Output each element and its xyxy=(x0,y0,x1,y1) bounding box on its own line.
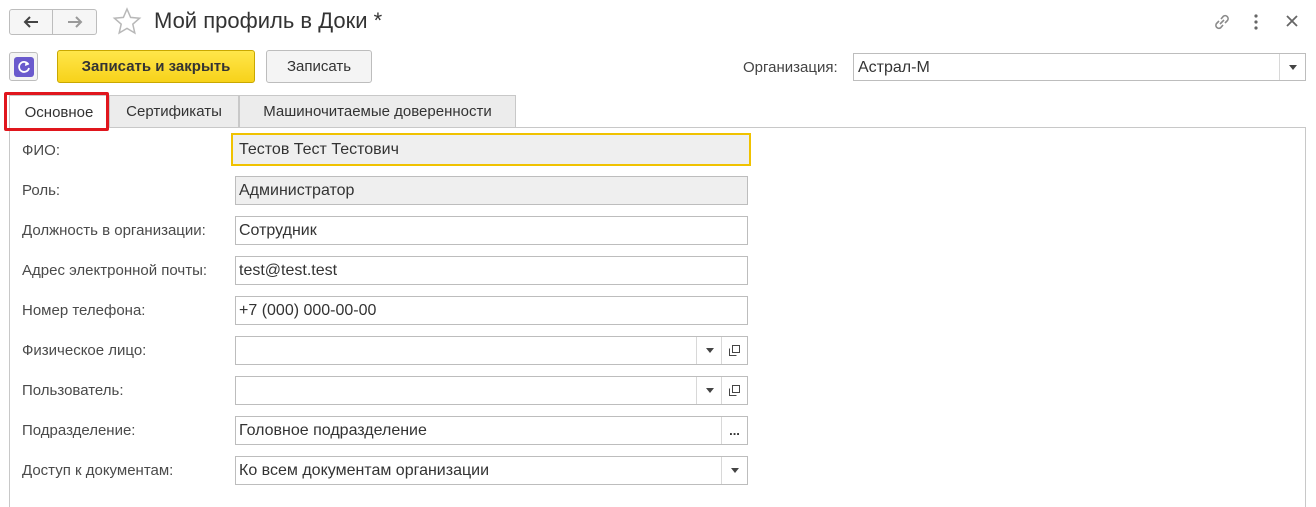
user-field[interactable] xyxy=(235,376,748,405)
person-dropdown-button[interactable] xyxy=(696,337,722,364)
fio-field[interactable]: Тестов Тест Тестович xyxy=(231,133,751,166)
user-open-button[interactable] xyxy=(721,377,747,404)
open-window-icon xyxy=(729,385,740,396)
department-select-button[interactable]: ... xyxy=(721,417,747,444)
arrow-left-icon xyxy=(23,16,38,28)
organization-value: Астрал-М xyxy=(858,59,930,76)
save-button[interactable]: Записать xyxy=(266,50,372,83)
email-value: test@test.test xyxy=(239,262,338,279)
position-label: Должность в организации: xyxy=(22,222,206,239)
refresh-icon xyxy=(13,56,34,77)
open-window-icon xyxy=(729,345,740,356)
user-label: Пользователь: xyxy=(22,382,124,399)
highlight-box xyxy=(4,92,109,131)
link-icon xyxy=(1215,14,1229,30)
access-select[interactable]: Ко всем документам организации xyxy=(235,456,748,485)
save-and-close-button[interactable]: Записать и закрыть xyxy=(57,50,255,83)
access-value: Ко всем документам организации xyxy=(239,462,490,479)
more-button[interactable] xyxy=(1252,12,1260,37)
organization-dropdown-button[interactable] xyxy=(1279,54,1305,80)
phone-value: +7 (000) 000-00-00 xyxy=(239,302,377,319)
email-label: Адрес электронной почты: xyxy=(22,262,208,279)
tab-certificates[interactable]: Сертификаты xyxy=(109,95,239,127)
window-title: Мой профиль в Доки * xyxy=(154,8,383,33)
access-label: Доступ к документам: xyxy=(22,462,174,479)
position-field[interactable]: Сотрудник xyxy=(235,216,748,245)
close-button[interactable] xyxy=(1285,14,1299,33)
phone-label: Номер телефона: xyxy=(22,302,146,319)
role-value: Администратор xyxy=(239,182,355,199)
access-dropdown-button[interactable] xyxy=(721,457,747,484)
chevron-down-icon xyxy=(730,468,739,473)
close-icon xyxy=(1286,15,1298,27)
role-label: Роль: xyxy=(22,182,61,199)
person-label: Физическое лицо: xyxy=(22,342,147,359)
organization-label: Организация: xyxy=(743,59,838,76)
phone-field[interactable]: +7 (000) 000-00-00 xyxy=(235,296,748,325)
department-field[interactable]: Головное подразделение ... xyxy=(235,416,748,445)
refresh-button[interactable] xyxy=(9,52,38,81)
department-value: Головное подразделение xyxy=(239,422,427,439)
chevron-down-icon xyxy=(705,388,714,393)
role-field[interactable]: Администратор xyxy=(235,176,748,205)
favorite-button[interactable] xyxy=(112,7,142,42)
organization-select[interactable]: Астрал-М xyxy=(853,53,1306,81)
person-open-button[interactable] xyxy=(721,337,747,364)
fio-label: ФИО: xyxy=(22,142,61,159)
user-dropdown-button[interactable] xyxy=(696,377,722,404)
chevron-down-icon xyxy=(705,348,714,353)
more-vertical-icon xyxy=(1254,14,1258,30)
back-button[interactable] xyxy=(9,9,53,35)
person-field[interactable] xyxy=(235,336,748,365)
department-label: Подразделение: xyxy=(22,422,136,439)
chevron-down-icon xyxy=(1288,64,1297,70)
fio-value: Тестов Тест Тестович xyxy=(239,141,399,158)
arrow-right-icon xyxy=(67,16,82,28)
email-field[interactable]: test@test.test xyxy=(235,256,748,285)
link-button[interactable] xyxy=(1212,12,1232,37)
star-icon xyxy=(112,7,142,35)
tab-machine-readable-poa[interactable]: Машиночитаемые доверенности xyxy=(239,95,516,127)
forward-button[interactable] xyxy=(53,9,97,35)
position-value: Сотрудник xyxy=(239,222,317,239)
